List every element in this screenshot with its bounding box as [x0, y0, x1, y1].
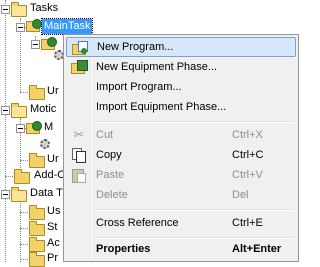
tree-line: [20, 244, 28, 245]
folder-icon: [29, 85, 45, 100]
scissors-icon: ✂: [73, 127, 85, 142]
menu-item-label: Paste: [96, 169, 125, 181]
menu-item-label: New Program...: [97, 41, 174, 53]
menu-item-label: Cross Reference: [96, 217, 179, 229]
menu-item-shortcut: Ctrl+C: [232, 149, 264, 161]
folder-open-icon: [11, 103, 27, 118]
tree-item-unscheduled[interactable]: Ur: [45, 84, 61, 99]
menu-separator: [94, 121, 294, 123]
menu-item-import-equipment-phase[interactable]: Import Equipment Phase...: [66, 97, 296, 117]
gear-icon: [40, 139, 50, 149]
collapse-toggle[interactable]: [1, 190, 10, 199]
menu-item-new-program[interactable]: New Program...: [66, 37, 296, 57]
menu-item-label: New Equipment Phase...: [96, 61, 218, 73]
collapse-toggle[interactable]: [31, 40, 40, 49]
program-icon: [41, 37, 57, 50]
collapse-toggle[interactable]: [16, 23, 25, 32]
menu-item-copy[interactable]: Copy Ctrl+C: [66, 145, 296, 165]
menu-item-import-program[interactable]: Import Program...: [66, 77, 296, 97]
tree-item-motion-group[interactable]: M: [42, 120, 55, 135]
menu-item-label: Cut: [96, 129, 114, 141]
tree-line: [5, 0, 6, 262]
menu-item-cut[interactable]: ✂ Cut Ctrl+X: [66, 125, 296, 145]
menu-item-label: Import Program...: [96, 81, 182, 93]
tree-line: [20, 160, 28, 161]
tree-item-add-on[interactable]: Add-C: [32, 168, 67, 183]
tree-line: [20, 228, 28, 229]
paste-icon: [71, 168, 87, 183]
tree-item-user-defined[interactable]: Us: [45, 204, 62, 219]
tree-line: [20, 212, 28, 213]
new-program-icon: [72, 41, 88, 55]
tree-line: [20, 200, 21, 262]
tree-item-add-on-defined[interactable]: Ac: [45, 236, 62, 251]
menu-item-properties[interactable]: Properties Alt+Enter: [66, 239, 296, 259]
tree-item-ungrouped[interactable]: Ur: [45, 152, 61, 167]
tree-item-maintask[interactable]: MainTask: [40, 18, 94, 35]
menu-item-shortcut: Del: [232, 189, 249, 201]
menu-item-label: Properties: [96, 243, 151, 255]
collapse-toggle[interactable]: [16, 124, 25, 133]
menu-item-label: Import Equipment Phase...: [96, 101, 227, 113]
folder-open-icon: [11, 2, 27, 17]
tree-item-strings[interactable]: St: [45, 220, 59, 235]
tree-line: [20, 92, 28, 93]
folder-open-icon: [11, 187, 27, 202]
collapse-toggle[interactable]: [1, 106, 10, 115]
folder-icon: [29, 237, 45, 252]
new-equipment-phase-icon: [71, 60, 88, 74]
tree-line: [5, 176, 13, 177]
tree-item-tasks[interactable]: Tasks: [28, 1, 60, 16]
folder-icon: [29, 252, 45, 267]
context-menu: New Program... New Equipment Phase... Im…: [63, 34, 299, 262]
folder-icon: [29, 221, 45, 236]
menu-item-new-equipment-phase[interactable]: New Equipment Phase...: [66, 57, 296, 77]
folder-icon: [29, 153, 45, 168]
folder-icon: [29, 205, 45, 220]
menu-item-shortcut: Ctrl+E: [232, 217, 263, 229]
task-icon: [26, 19, 42, 32]
tree-line: [20, 259, 28, 260]
copy-icon: [71, 148, 87, 163]
menu-item-paste[interactable]: Paste Ctrl+V: [66, 165, 296, 185]
menu-separator: [94, 209, 294, 211]
menu-item-label: Delete: [96, 189, 128, 201]
folder-icon: [14, 169, 30, 184]
motion-group-icon: [26, 121, 42, 134]
collapse-toggle[interactable]: [1, 5, 10, 14]
tree-item-data-types[interactable]: Data T: [28, 186, 65, 201]
menu-item-shortcut: Ctrl+X: [232, 129, 263, 141]
menu-item-cross-reference[interactable]: Cross Reference Ctrl+E: [66, 213, 296, 233]
menu-item-shortcut: Ctrl+V: [232, 169, 263, 181]
menu-item-label: Copy: [96, 149, 122, 161]
menu-item-shortcut: Alt+Enter: [232, 243, 282, 255]
tree-item-motion[interactable]: Motic: [28, 102, 58, 117]
tree-item-predefined[interactable]: Pr: [45, 251, 60, 266]
menu-item-delete[interactable]: Delete Del: [66, 185, 296, 205]
